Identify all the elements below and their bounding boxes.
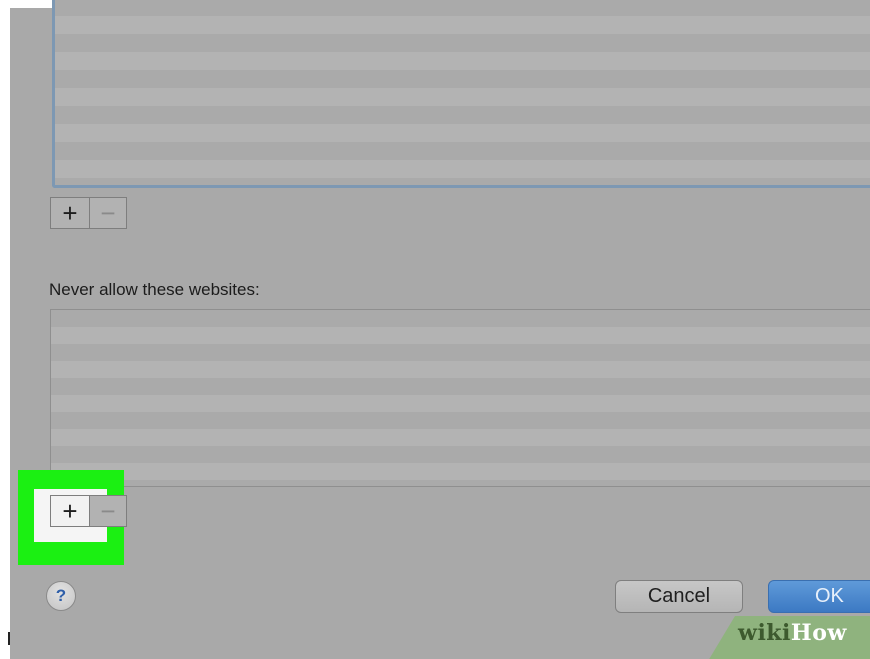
ok-button[interactable]: OK bbox=[768, 580, 870, 613]
question-mark-icon: ? bbox=[55, 586, 67, 605]
help-button[interactable]: ? bbox=[46, 581, 76, 611]
watermark-wiki: wiki bbox=[738, 620, 791, 646]
watermark-how: How bbox=[790, 620, 847, 646]
allowed-remove-button[interactable]: − bbox=[89, 198, 126, 228]
never-allow-remove-button[interactable]: − bbox=[89, 496, 126, 526]
never-allow-add-button[interactable]: + bbox=[51, 496, 89, 526]
allowed-add-button[interactable]: + bbox=[51, 198, 89, 228]
allowed-websites-list[interactable] bbox=[52, 0, 870, 188]
never-allow-button-group: + − bbox=[50, 495, 127, 527]
minus-icon: − bbox=[100, 198, 116, 228]
plus-icon: + bbox=[62, 496, 78, 526]
never-allow-label: Never allow these websites: bbox=[49, 280, 260, 299]
never-allow-websites-list[interactable] bbox=[50, 309, 870, 487]
watermark-logo: wikiHow bbox=[738, 620, 847, 646]
cancel-button[interactable]: Cancel bbox=[615, 580, 743, 613]
screenshot-stage: + − Never allow these websites: + − ? Ca… bbox=[0, 0, 870, 659]
allowed-list-button-group: + − bbox=[50, 197, 127, 229]
plus-icon: + bbox=[62, 198, 78, 228]
minus-icon: − bbox=[100, 496, 116, 526]
